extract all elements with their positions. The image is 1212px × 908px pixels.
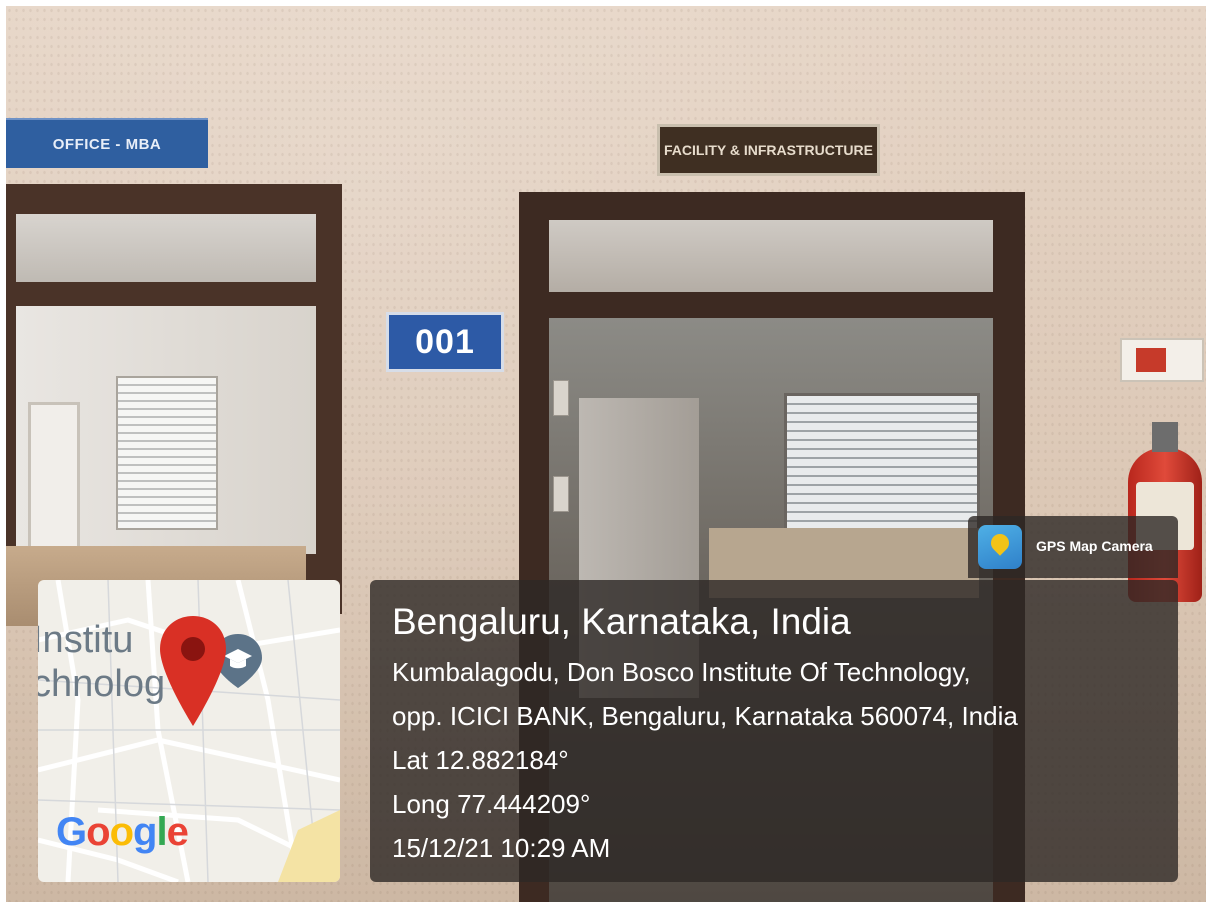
location-pin-icon: ··· bbox=[160, 616, 226, 734]
fire-alarm-box bbox=[1120, 338, 1204, 382]
window-lower-pane bbox=[16, 306, 316, 558]
photo-frame: OFFICE - MBA FACILITY & INFRASTRUCTURE 0… bbox=[6, 6, 1206, 902]
door-hinge bbox=[553, 476, 569, 512]
latitude: Lat 12.882184° bbox=[392, 745, 569, 775]
door-hinge bbox=[553, 380, 569, 416]
location-title: Bengaluru, Karnataka, India bbox=[392, 601, 851, 642]
interior-window bbox=[116, 376, 218, 530]
office-mba-sign: OFFICE - MBA bbox=[6, 118, 208, 168]
svg-text:···: ··· bbox=[184, 727, 198, 734]
office-window-grille bbox=[784, 393, 980, 539]
gps-map-camera-badge: GPS Map Camera bbox=[968, 516, 1178, 578]
door-transom-glass bbox=[549, 220, 993, 292]
facility-infrastructure-sign: FACILITY & INFRASTRUCTURE bbox=[657, 124, 880, 176]
map-place-label: Institu chnolog bbox=[38, 618, 165, 706]
timestamp: 15/12/21 10:29 AM bbox=[392, 833, 611, 863]
interior-door bbox=[28, 402, 80, 558]
map-place-label-line1: Institu bbox=[38, 619, 134, 661]
extinguisher-valve bbox=[1152, 422, 1178, 452]
gps-map-camera-icon bbox=[978, 525, 1022, 569]
map-thumbnail: Institu chnolog ··· Google bbox=[38, 580, 340, 882]
google-logo: Google bbox=[56, 810, 189, 854]
window-upper-pane bbox=[16, 214, 316, 282]
map-place-label-line2: chnolog bbox=[38, 663, 166, 705]
app-name: GPS Map Camera bbox=[1036, 538, 1153, 554]
longitude: Long 77.444209° bbox=[392, 789, 591, 819]
address-line-2: opp. ICICI BANK, Bengaluru, Karnataka 56… bbox=[392, 701, 1018, 731]
address-line-1: Kumbalagodu, Don Bosco Institute Of Tech… bbox=[392, 657, 971, 687]
location-info-card: Bengaluru, Karnataka, India Kumbalagodu,… bbox=[370, 580, 1178, 882]
fire-icon bbox=[1136, 348, 1166, 372]
room-number-sign: 001 bbox=[386, 312, 504, 372]
